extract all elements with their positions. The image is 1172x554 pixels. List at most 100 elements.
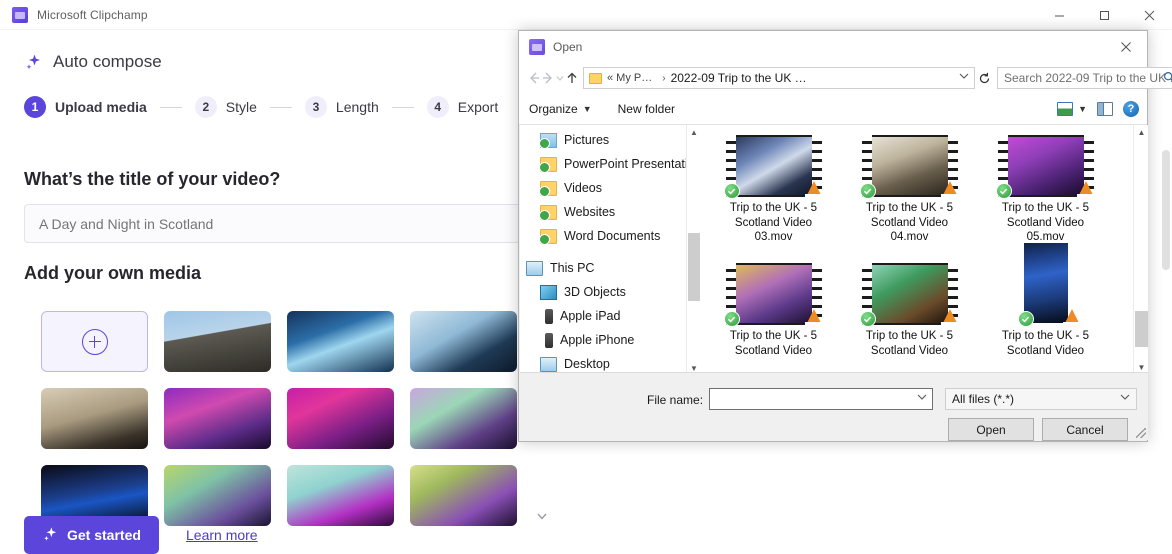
tree-item-pictures[interactable]: Pictures [520, 128, 700, 152]
file-type-select[interactable]: All files (*.*) [945, 388, 1137, 410]
up-one-level-icon[interactable] [565, 66, 579, 90]
dialog-footer: File name: All files (*.*) Open Cancel [520, 372, 1148, 441]
tree-item-3d-objects[interactable]: 3D Objects [520, 280, 700, 304]
step-label: Length [335, 99, 379, 115]
vlc-icon [940, 309, 959, 325]
new-folder-button[interactable]: New folder [618, 102, 675, 116]
chevron-down-icon[interactable] [1120, 393, 1130, 404]
recent-locations-dropdown-icon[interactable] [555, 66, 565, 90]
tree-item-apple-ipad[interactable]: Apple iPad [520, 304, 700, 328]
file-grid: Trip to the UK - 5 Scotland Video 03.mov… [706, 131, 1113, 375]
view-options-button[interactable]: ▼ [1057, 102, 1087, 116]
chevron-down-icon: ▼ [582, 104, 592, 114]
scrollbar-thumb[interactable] [1135, 311, 1148, 347]
tree-item-word-documents[interactable]: Word Documents [520, 224, 700, 248]
sync-ok-icon [723, 311, 740, 327]
media-thumb-4[interactable] [41, 388, 148, 449]
organize-menu-button[interactable]: Organize ▼ [529, 102, 592, 116]
media-thumb-2[interactable] [287, 311, 394, 372]
tree-item-this-pc[interactable]: This PC [520, 256, 700, 280]
file-item[interactable]: Trip to the UK - 5 Scotland Video 04.mov [842, 131, 977, 253]
close-icon[interactable] [1127, 0, 1172, 30]
tree-item-label: Pictures [564, 133, 610, 147]
step-number: 3 [304, 96, 327, 118]
file-name-label: Trip to the UK - 5 Scotland Video [1001, 330, 1090, 357]
minimize-icon[interactable] [1037, 0, 1082, 30]
search-icon [1163, 71, 1172, 89]
add-media-tile[interactable] [41, 311, 148, 372]
scroll-up-icon[interactable]: ▲ [1134, 125, 1148, 140]
media-thumb-11[interactable] [410, 465, 517, 526]
tree-item-apple-iphone[interactable]: Apple iPhone [520, 328, 700, 352]
sync-ok-icon [1017, 311, 1034, 327]
clipchamp-logo-icon [529, 38, 545, 55]
chevron-down-icon[interactable] [917, 393, 927, 404]
tree-item-videos[interactable]: Videos [520, 176, 700, 200]
window-controls [1037, 0, 1172, 30]
device-icon [545, 332, 553, 348]
media-expand-chevron-icon[interactable] [536, 509, 548, 521]
open-button[interactable]: Open [948, 418, 1034, 441]
chevron-down-icon[interactable] [959, 72, 969, 83]
get-started-button[interactable]: Get started [24, 516, 159, 554]
maximize-icon[interactable] [1082, 0, 1127, 30]
file-name-label: Trip to the UK - 5 Scotland Video [865, 330, 954, 357]
file-item[interactable]: Trip to the UK - 5 Scotland Video [978, 243, 1113, 375]
sync-ok-icon [723, 183, 740, 199]
search-input[interactable]: Search 2022-09 Trip to the UK … [997, 67, 1172, 89]
dialog-navigation-bar: « My P… › 2022-09 Trip to the UK … Searc… [519, 62, 1172, 94]
media-thumb-9[interactable] [164, 465, 271, 526]
file-item[interactable]: Trip to the UK - 5 Scotland Video [842, 253, 977, 375]
file-item[interactable]: Trip to the UK - 5 Scotland Video [706, 253, 841, 375]
breadcrumb-current-folder[interactable]: 2022-09 Trip to the UK … [671, 71, 807, 85]
media-thumb-5[interactable] [164, 388, 271, 449]
learn-more-link[interactable]: Learn more [186, 527, 258, 543]
pictures-folder-icon [539, 132, 557, 149]
resize-grip[interactable] [1136, 428, 1146, 438]
tree-item-powerpoint-presentations[interactable]: PowerPoint Presentatio [520, 152, 700, 176]
breadcrumb-overflow[interactable]: « My P… [607, 72, 652, 84]
back-arrow-icon[interactable] [527, 66, 541, 90]
page-scrollbar-thumb[interactable] [1162, 150, 1170, 270]
help-icon[interactable]: ? [1123, 101, 1139, 117]
step-export[interactable]: 4 Export [426, 96, 498, 118]
step-separator [391, 106, 414, 108]
plus-icon [81, 328, 108, 355]
open-file-dialog: Open « My P… › 2022-09 Trip to the UK … [518, 30, 1172, 442]
file-name-field-label: File name: [647, 393, 704, 407]
add-media-heading: Add your own media [24, 263, 202, 283]
sparkle-icon [42, 526, 58, 545]
step-upload-media[interactable]: 1 Upload media [24, 96, 147, 118]
page-scrollbar[interactable] [1160, 60, 1172, 554]
preview-pane-icon[interactable] [1097, 102, 1113, 116]
media-thumb-10[interactable] [287, 465, 394, 526]
this-pc-icon [526, 260, 543, 276]
tree-item-websites[interactable]: Websites [520, 200, 700, 224]
media-thumb-6[interactable] [287, 388, 394, 449]
file-item[interactable]: Trip to the UK - 5 Scotland Video 03.mov [706, 131, 841, 253]
vlc-icon [1076, 181, 1095, 197]
step-style[interactable]: 2 Style [194, 96, 257, 118]
scrollbar-thumb[interactable] [688, 233, 700, 301]
cancel-button[interactable]: Cancel [1042, 418, 1128, 441]
step-number: 2 [194, 96, 217, 118]
file-item[interactable]: Trip to the UK - 5 Scotland Video 05.mov [978, 131, 1113, 253]
file-thumbnail [723, 135, 823, 199]
media-thumb-1[interactable] [164, 311, 271, 372]
scroll-up-icon[interactable]: ▲ [687, 125, 700, 139]
file-list-scrollbar[interactable]: ▲ ▼ [1133, 125, 1148, 375]
file-name-input[interactable] [709, 388, 933, 410]
file-list-pane: Trip to the UK - 5 Scotland Video 03.mov… [700, 125, 1148, 375]
address-bar[interactable]: « My P… › 2022-09 Trip to the UK … [583, 67, 975, 89]
media-thumb-3[interactable] [410, 311, 517, 372]
dialog-close-icon[interactable] [1105, 31, 1147, 62]
refresh-icon[interactable] [978, 67, 991, 89]
media-thumb-7[interactable] [410, 388, 517, 449]
sync-ok-icon [859, 311, 876, 327]
step-length[interactable]: 3 Length [304, 96, 379, 118]
dialog-title: Open [553, 39, 583, 54]
navigation-pane-scrollbar[interactable]: ▲ ▼ [686, 125, 700, 375]
forward-arrow-icon[interactable] [541, 66, 555, 90]
tree-item-label: Desktop [564, 357, 610, 371]
organize-label: Organize [529, 102, 578, 116]
